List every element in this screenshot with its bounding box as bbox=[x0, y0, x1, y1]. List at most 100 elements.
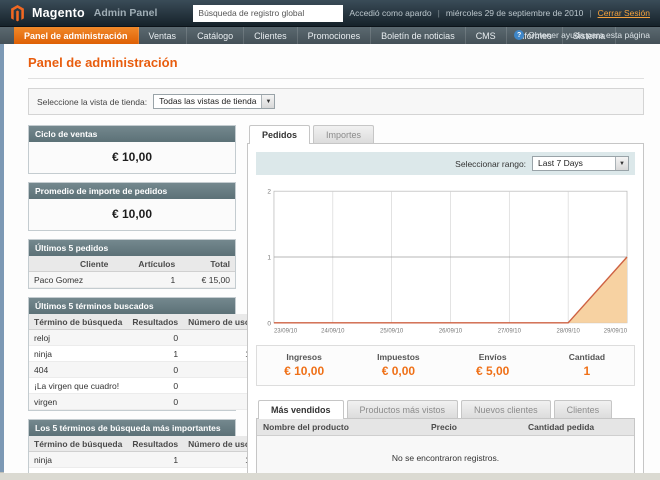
svg-text:1: 1 bbox=[267, 255, 271, 262]
grid-tab[interactable]: Productos más vistos bbox=[346, 400, 459, 418]
logged-in-as: Accedió como apardo bbox=[349, 8, 432, 18]
svg-text:25/09/10: 25/09/10 bbox=[380, 328, 404, 334]
chart-tabs: Pedidos Importes bbox=[247, 125, 644, 144]
nav-item-label: Clientes bbox=[254, 31, 287, 41]
column-header-price[interactable]: Precio bbox=[425, 419, 522, 436]
nav-item[interactable]: Panel de administración bbox=[14, 27, 139, 45]
total-stat: Impuestos € 0,00 bbox=[351, 352, 445, 378]
cell-results: 0 bbox=[127, 393, 184, 410]
cell-results: 1 bbox=[127, 345, 184, 362]
header-right: Accedió como apardo | miércoles 29 de se… bbox=[193, 4, 650, 22]
column-header[interactable]: Término de búsqueda bbox=[29, 314, 128, 330]
grid-tab[interactable]: Más vendidos bbox=[258, 400, 344, 419]
chart-tab[interactable]: Pedidos bbox=[249, 125, 311, 144]
magento-admin-window: Magento Admin Panel Accedió como apardo … bbox=[0, 0, 660, 480]
svg-text:23/09/10: 23/09/10 bbox=[274, 328, 298, 334]
column-header[interactable]: Total bbox=[180, 256, 235, 272]
brand-suffix: Admin Panel bbox=[93, 7, 158, 19]
chart-wrap: 0 1 2 23/09/10 24/09/10 25/09/10 26/09/10 27/09… bbox=[256, 175, 635, 337]
table-row[interactable]: reloj 0 2 bbox=[29, 467, 260, 473]
nav-item[interactable]: Boletín de noticias bbox=[371, 27, 466, 45]
last-orders-table: Cliente Artículos Total Paco Gomez 1 € 15,… bbox=[29, 256, 235, 288]
stat-label: Envíos bbox=[478, 352, 507, 362]
nav-item[interactable]: Ventas bbox=[139, 27, 188, 45]
stat-value: € 0,00 bbox=[381, 364, 416, 378]
tab-label: Importes bbox=[326, 130, 362, 140]
range-select[interactable]: Last 7 Days ▼ bbox=[532, 156, 629, 171]
table-row[interactable]: Paco Gomez 1 € 15,00 bbox=[29, 271, 235, 288]
table-row[interactable]: ninja 1 10 bbox=[29, 345, 260, 362]
store-view-bar: Seleccione la vista de tienda: Todas las… bbox=[28, 88, 644, 115]
column-header[interactable]: Término de búsqueda bbox=[29, 436, 128, 452]
content-area: Panel de administración Seleccione la vi… bbox=[4, 44, 660, 473]
top-search-terms-title: Los 5 términos de búsqueda más important… bbox=[29, 420, 235, 436]
products-grid: Nombre del producto Precio Cantidad pedi… bbox=[256, 418, 635, 473]
orders-chart: 0 1 2 23/09/10 24/09/10 25/09/10 26/09/10 27/09… bbox=[267, 189, 627, 335]
stat-value: € 10,00 bbox=[284, 364, 325, 378]
last-search-terms-title: Últimos 5 términos buscados bbox=[29, 298, 235, 314]
cell-results: 0 bbox=[127, 361, 184, 378]
global-search-input[interactable] bbox=[193, 4, 344, 22]
column-header-product[interactable]: Nombre del producto bbox=[257, 419, 425, 436]
table-row[interactable]: reloj 0 2 bbox=[29, 329, 260, 346]
top-search-terms-box: Los 5 términos de búsqueda más important… bbox=[28, 419, 260, 473]
page-title: Panel de administración bbox=[28, 55, 178, 70]
help-link-label: Obtener ayuda para esta página bbox=[528, 30, 650, 40]
help-link[interactable]: ? Obtener ayuda para esta página bbox=[514, 30, 660, 40]
column-header[interactable]: Cliente bbox=[29, 256, 114, 272]
dashboard: Ciclo de ventas € 10,00 Promedio de impo… bbox=[28, 125, 644, 473]
table-row[interactable]: 404 0 1 bbox=[29, 361, 260, 378]
nav-item[interactable]: CMS bbox=[466, 27, 507, 45]
range-selected: Last 7 Days bbox=[538, 158, 583, 168]
window-bottom-edge bbox=[0, 472, 660, 480]
lifetime-sales-title: Ciclo de ventas bbox=[29, 126, 235, 142]
stat-value: 1 bbox=[583, 364, 591, 378]
stat-label: Impuestos bbox=[377, 352, 420, 362]
brand-name: Magento bbox=[32, 6, 85, 20]
grid-tabs: Más vendidos Productos más vistos Nuevos… bbox=[256, 400, 635, 419]
logout-link[interactable]: Cerrar Sesión bbox=[598, 8, 650, 18]
totals-bar: Ingresos € 10,00 Impuestos € 0,00 Envíos bbox=[256, 345, 635, 386]
average-orders-value: € 10,00 bbox=[29, 199, 235, 230]
column-header[interactable]: Resultados bbox=[127, 314, 184, 330]
table-row[interactable]: ¡La virgen que cuadro! 0 2 bbox=[29, 377, 260, 394]
last-search-terms-box: Últimos 5 términos buscados Término de b… bbox=[28, 297, 260, 411]
cell-term: reloj bbox=[29, 329, 128, 346]
nav-item-label: Boletín de noticias bbox=[381, 31, 455, 41]
chart-tab[interactable]: Importes bbox=[313, 125, 375, 143]
table-row[interactable]: ninja 1 10 bbox=[29, 451, 260, 468]
last-search-terms-table: Término de búsqueda Resultados Número de u… bbox=[29, 314, 260, 410]
cell-results: 0 bbox=[127, 329, 184, 346]
average-orders-title: Promedio de importe de pedidos bbox=[29, 183, 235, 199]
empty-message: No se encontraron registros. bbox=[257, 435, 634, 473]
cell-term: ninja bbox=[29, 345, 128, 362]
store-view-select[interactable]: Todas las vistas de tienda ▼ bbox=[153, 94, 276, 109]
column-header[interactable]: Artículos bbox=[113, 256, 181, 272]
column-header-qty[interactable]: Cantidad pedida bbox=[522, 419, 634, 436]
tab-label: Pedidos bbox=[262, 130, 298, 140]
top-header: Magento Admin Panel Accedió como apardo … bbox=[0, 0, 660, 27]
lifetime-sales-value: € 10,00 bbox=[29, 142, 235, 173]
page-head: Panel de administración bbox=[28, 44, 644, 79]
nav-item[interactable]: Catálogo bbox=[187, 27, 245, 45]
store-view-label: Seleccione la vista de tienda: bbox=[37, 96, 148, 107]
grid-tab[interactable]: Clientes bbox=[553, 400, 613, 418]
table-row[interactable]: virgen 0 1 bbox=[29, 393, 260, 410]
nav-item-label: Ventas bbox=[148, 31, 177, 41]
svg-text:2: 2 bbox=[267, 189, 271, 196]
average-orders-box: Promedio de importe de pedidos € 10,00 bbox=[28, 182, 236, 231]
column-header[interactable]: Resultados bbox=[127, 436, 184, 452]
range-bar: Seleccionar rango: Last 7 Days ▼ bbox=[256, 152, 635, 175]
dashboard-right-column: Pedidos Importes Seleccionar rango: Last… bbox=[247, 125, 644, 473]
cell-results: 1 bbox=[127, 451, 184, 468]
chevron-down-icon: ▼ bbox=[615, 157, 628, 170]
nav-item[interactable]: Clientes bbox=[244, 27, 298, 45]
cell-results: 0 bbox=[127, 467, 184, 473]
total-stat: Cantidad 1 bbox=[540, 352, 634, 378]
tab-label: Productos más vistos bbox=[359, 405, 446, 415]
nav-item[interactable]: Promociones bbox=[298, 27, 372, 45]
orders-panel: Seleccionar rango: Last 7 Days ▼ 0 1 2 23/0… bbox=[247, 143, 644, 473]
svg-text:26/09/10: 26/09/10 bbox=[439, 328, 463, 334]
grid-tab[interactable]: Nuevos clientes bbox=[461, 400, 551, 418]
svg-text:28/09/10: 28/09/10 bbox=[557, 328, 581, 334]
